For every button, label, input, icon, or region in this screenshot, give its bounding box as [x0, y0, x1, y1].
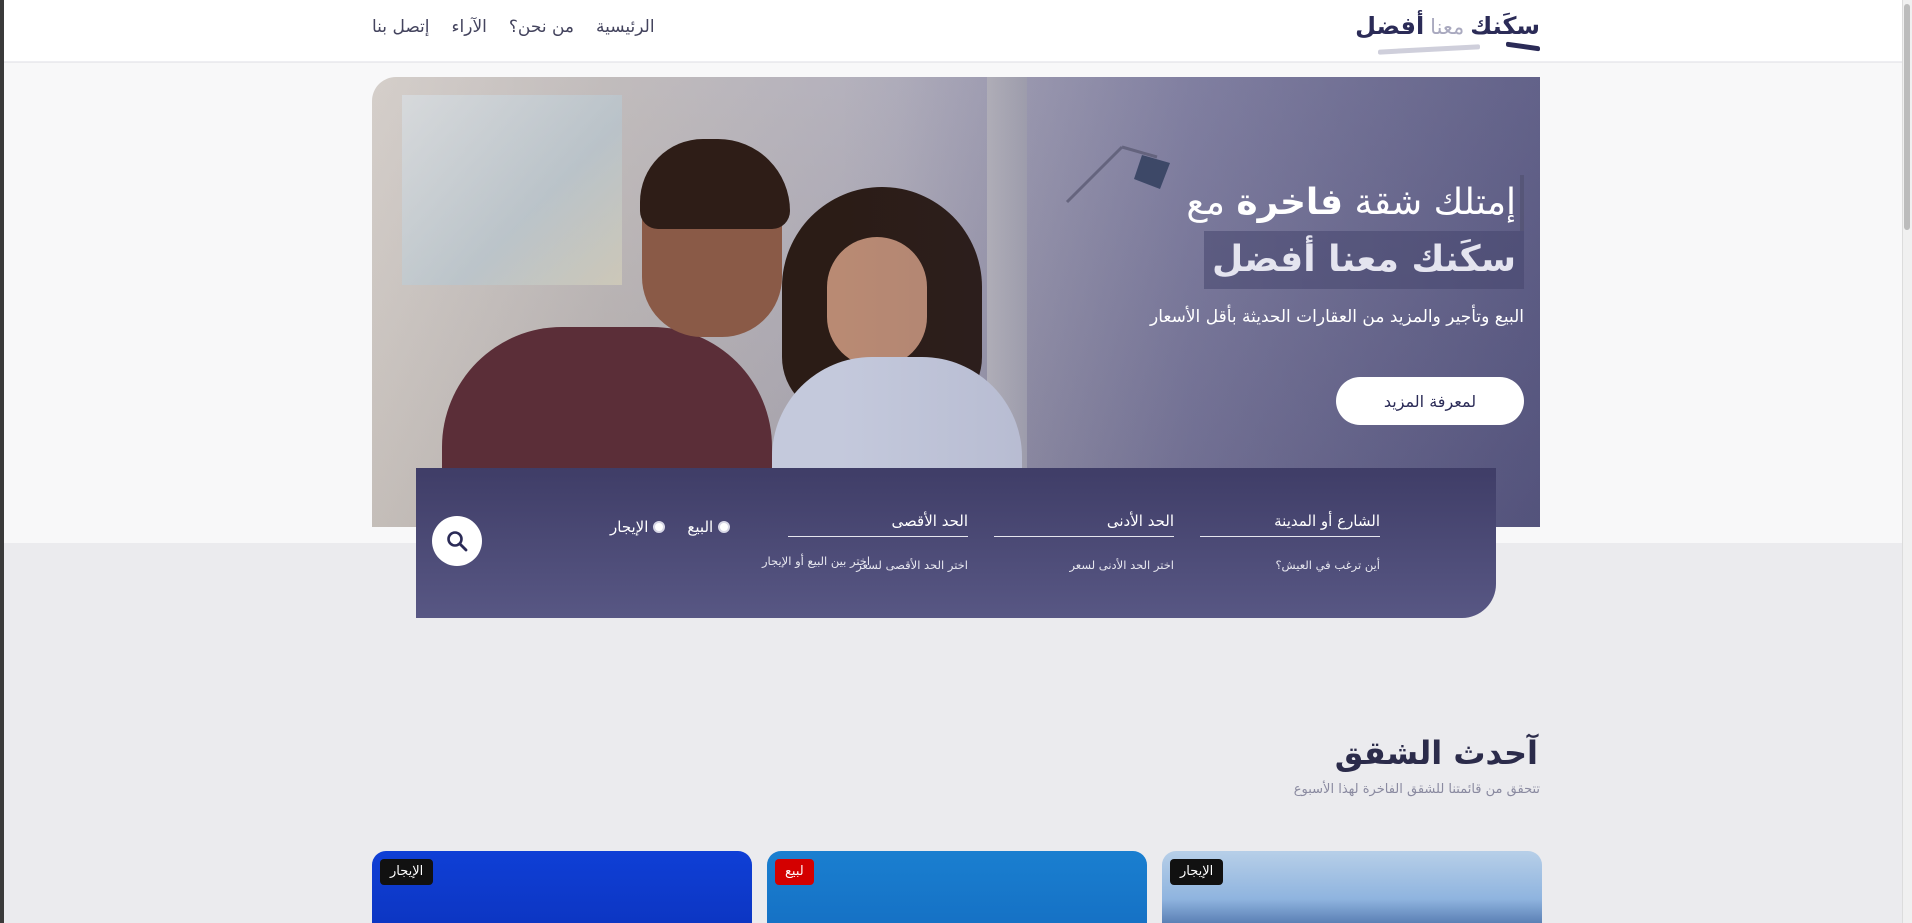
hero-banner: إمتلك شقة فاخرة مع سكَنك معنا أفضل البيع… — [372, 77, 1540, 527]
latest-apartments-title: آحدث الشقق — [1334, 734, 1538, 772]
page-scrollbar[interactable] — [1902, 0, 1912, 923]
sale-radio-circle[interactable] — [718, 521, 731, 533]
rent-radio-circle[interactable] — [653, 521, 666, 533]
nav-link-about[interactable]: من نحن؟ — [509, 17, 574, 37]
logo-word-2: معنا — [1430, 15, 1465, 39]
logo-word-3: أفضل — [1355, 12, 1425, 40]
nav-link-contact[interactable]: إتصل بنا — [372, 17, 430, 37]
min-price-hint: اختر الحد الأدنى لسعر — [1069, 558, 1174, 572]
hero-headline-bold: فاخرة — [1236, 182, 1344, 223]
listing-badge: الإيجار — [1170, 859, 1224, 885]
sale-radio-label: البيع — [687, 518, 714, 536]
search-panel: الشارع أو المدينة أين ترغب في العيش؟ الح… — [416, 468, 1496, 618]
hero-headline-prefix: إمتلك شقة — [1354, 182, 1516, 223]
location-field[interactable]: الشارع أو المدينة — [1200, 512, 1380, 537]
nav-link-home[interactable]: الرئيسية — [596, 17, 655, 37]
listing-badge: الإيجار — [380, 859, 434, 885]
logo[interactable]: سكَنك معنا أفضل — [1355, 12, 1540, 56]
listing-type-hint: اختر بين البيع أو الإيجار — [762, 554, 871, 568]
site-header: سكَنك معنا أفضل الرئيسية من نحن؟ الآراء … — [4, 0, 1902, 62]
search-button[interactable] — [432, 516, 482, 566]
apartment-card[interactable]: لبيع — [767, 851, 1147, 923]
hero-text: إمتلك شقة فاخرة مع سكَنك معنا أفضل البيع… — [1124, 175, 1524, 331]
hero-headline-suffix: مع — [1186, 182, 1225, 223]
apartment-card[interactable]: الإيجار — [1162, 851, 1542, 923]
scrollbar-thumb[interactable] — [1904, 4, 1910, 230]
sale-radio[interactable]: البيع — [687, 518, 731, 536]
search-icon — [447, 531, 468, 552]
listing-badge: لبيع — [775, 859, 814, 885]
apartment-card[interactable]: الإيجار — [372, 851, 752, 923]
hero-headline-line2: سكَنك معنا أفضل — [1204, 231, 1524, 289]
rent-radio-label: الإيجار — [610, 518, 649, 536]
logo-word-1: سكَنك — [1470, 12, 1540, 40]
location-hint: أين ترغب في العيش؟ — [1275, 558, 1380, 572]
hero-subtitle: البيع وتأجير والمزيد من العقارات الحديثة… — [1150, 307, 1524, 327]
logo-underline-light — [1378, 44, 1480, 55]
nav-link-reviews[interactable]: الآراء — [452, 17, 487, 37]
listing-type-group: البيع الإيجار — [610, 518, 731, 536]
min-price-field[interactable]: الحد الأدنى — [994, 512, 1174, 537]
max-price-field[interactable]: الحد الأقصى — [788, 512, 968, 537]
main-nav: الرئيسية من نحن؟ الآراء إتصل بنا — [372, 17, 655, 37]
learn-more-button[interactable]: لمعرفة المزيد — [1336, 377, 1524, 425]
rent-radio[interactable]: الإيجار — [610, 518, 666, 536]
latest-apartments-subtitle: تتحقق من قائمتنا للشقق الفاخرة لهذا الأس… — [1293, 782, 1540, 797]
hero-headline-line1: إمتلك شقة فاخرة مع — [1182, 175, 1524, 231]
logo-underline-dark — [1506, 41, 1540, 52]
